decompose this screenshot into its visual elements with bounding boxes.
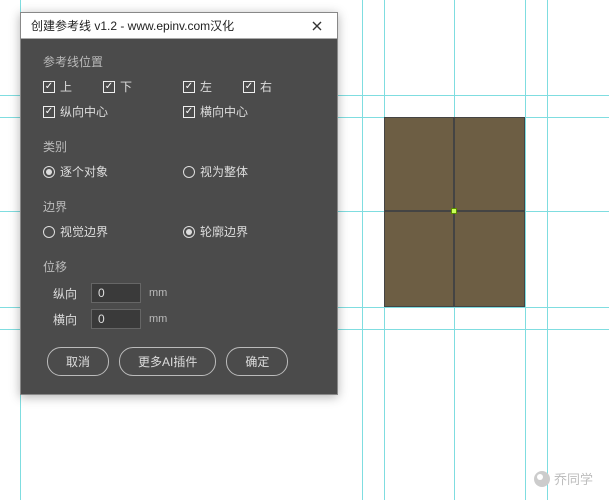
radio-each-object[interactable]: 逐个对象	[43, 163, 183, 180]
guide-vertical	[362, 0, 363, 500]
checkbox-label: 左	[200, 78, 212, 95]
artwork-rect[interactable]	[454, 117, 525, 211]
watermark: 乔同学	[534, 469, 593, 488]
radio-icon	[183, 226, 195, 238]
guide-vertical	[525, 0, 526, 500]
radio-label: 轮廓边界	[200, 223, 248, 240]
radio-label: 视觉边界	[60, 223, 108, 240]
checkbox-icon	[183, 106, 195, 118]
group-title-position: 参考线位置	[43, 53, 315, 70]
offset-horizontal-input[interactable]	[91, 309, 141, 329]
artwork-rect[interactable]	[384, 117, 454, 211]
cancel-button[interactable]: 取消	[47, 347, 109, 376]
checkbox-top[interactable]: 上	[43, 78, 103, 95]
checkbox-hcenter[interactable]: 横向中心	[183, 103, 248, 120]
checkbox-icon	[183, 81, 195, 93]
guide-vertical	[547, 0, 548, 500]
selection-anchor[interactable]	[451, 208, 457, 214]
unit-label: mm	[149, 313, 167, 325]
checkbox-bottom[interactable]: 下	[103, 78, 183, 95]
titlebar[interactable]: 创建参考线 v1.2 - www.epinv.com汉化	[21, 13, 337, 39]
group-position: 参考线位置 上 下 左 右	[43, 53, 315, 120]
radio-icon	[43, 166, 55, 178]
checkbox-right[interactable]: 右	[243, 78, 272, 95]
radio-outline-boundary[interactable]: 轮廓边界	[183, 223, 248, 240]
more-plugins-button[interactable]: 更多AI插件	[119, 347, 216, 376]
radio-visual-boundary[interactable]: 视觉边界	[43, 223, 183, 240]
close-icon	[312, 21, 322, 31]
checkbox-left[interactable]: 左	[183, 78, 243, 95]
dialog-create-guides: 创建参考线 v1.2 - www.epinv.com汉化 参考线位置 上 下 左	[20, 12, 338, 395]
unit-label: mm	[149, 287, 167, 299]
checkbox-icon	[43, 81, 55, 93]
checkbox-icon	[103, 81, 115, 93]
checkbox-label: 横向中心	[200, 103, 248, 120]
group-category: 类别 逐个对象 视为整体	[43, 138, 315, 180]
dialog-title: 创建参考线 v1.2 - www.epinv.com汉化	[31, 17, 303, 34]
checkbox-icon	[243, 81, 255, 93]
group-title-category: 类别	[43, 138, 315, 155]
radio-label: 视为整体	[200, 163, 248, 180]
group-boundary: 边界 视觉边界 轮廓边界	[43, 198, 315, 240]
artwork-rect[interactable]	[384, 211, 454, 307]
offset-vertical-input[interactable]	[91, 283, 141, 303]
wechat-icon	[534, 471, 550, 487]
checkbox-label: 右	[260, 78, 272, 95]
checkbox-label: 下	[120, 78, 132, 95]
group-title-offset: 位移	[43, 258, 315, 275]
close-button[interactable]	[303, 16, 331, 36]
checkbox-label: 纵向中心	[60, 103, 108, 120]
radio-icon	[183, 166, 195, 178]
group-offset: 位移 纵向 mm 横向 mm	[43, 258, 315, 329]
checkbox-icon	[43, 106, 55, 118]
offset-vertical-label: 纵向	[53, 285, 83, 302]
artwork-rect[interactable]	[454, 211, 525, 307]
checkbox-vcenter[interactable]: 纵向中心	[43, 103, 183, 120]
radio-whole[interactable]: 视为整体	[183, 163, 248, 180]
checkbox-label: 上	[60, 78, 72, 95]
group-title-boundary: 边界	[43, 198, 315, 215]
radio-label: 逐个对象	[60, 163, 108, 180]
radio-icon	[43, 226, 55, 238]
ok-button[interactable]: 确定	[226, 347, 288, 376]
watermark-text: 乔同学	[554, 469, 593, 488]
offset-horizontal-label: 横向	[53, 311, 83, 328]
